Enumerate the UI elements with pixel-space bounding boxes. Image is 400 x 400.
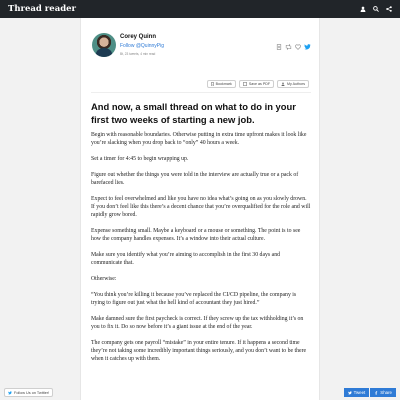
tweet-button[interactable]: Tweet (343, 388, 370, 397)
thread-card: Corey Quinn Follow @QuinnyPig Bt, 23 twe… (80, 18, 320, 400)
top-navbar: Thread reader (0, 0, 400, 18)
tweet-text: Expense something small. Maybe a keyboar… (91, 228, 301, 242)
tweet-text: The company gets one payroll “mistake” i… (91, 340, 307, 362)
author-header: Corey Quinn Follow @QuinnyPig Bt, 23 twe… (91, 33, 311, 73)
share-buttons: Tweet Share (343, 388, 396, 397)
twitter-bird-icon (347, 390, 352, 394)
share-button[interactable]: Share (370, 388, 396, 397)
save-pdf-button[interactable]: Save as PDF (238, 80, 275, 88)
search-icon[interactable] (373, 6, 379, 12)
avatar[interactable] (92, 33, 116, 57)
follow-link[interactable]: Follow @QuinnyPig (120, 43, 164, 49)
tweet-text: Expect to feel overwhelmed and like you … (91, 196, 311, 218)
share-icon[interactable] (386, 6, 392, 12)
bottom-bar: Follow Us on Twitter! Tweet Share (0, 385, 400, 400)
my-authors-label: My Authors (287, 82, 305, 86)
pdf-icon (243, 82, 247, 86)
tweet-text: Figure out whether the things you were t… (91, 172, 299, 186)
thread-toolbar: Bookmark Save as PDF My Authors (206, 80, 309, 88)
topbar-icons (360, 6, 392, 12)
share-label: Share (380, 390, 392, 395)
authors-icon (281, 82, 285, 86)
retweet-icon[interactable] (285, 37, 292, 55)
author-name[interactable]: Corey Quinn (120, 34, 156, 40)
my-authors-button[interactable]: My Authors (277, 80, 309, 88)
tweet-text: Make sure you identify what you’re aimin… (91, 252, 280, 266)
bookmark-icon (210, 82, 214, 86)
heart-icon[interactable] (295, 37, 301, 55)
twitter-bird-icon[interactable] (304, 37, 311, 55)
follow-us-label: Follow Us on Twitter! (14, 390, 50, 395)
tweet-text: “You think you’re killing it because you… (91, 292, 297, 306)
thread-meta: Bt, 23 tweets, 4 min read (120, 52, 156, 56)
tweet-text: Make damned sure the first paycheck is c… (91, 316, 304, 330)
tweet-label: Tweet (353, 390, 366, 395)
bookmark-label: Bookmark (215, 82, 232, 86)
tweet-text: Begin with reasonable boundaries. Otherw… (91, 132, 307, 146)
thread-headline: And now, a small thread on what to do in… (91, 101, 296, 125)
twitter-bird-icon (8, 390, 12, 394)
brand-logo[interactable]: Thread reader (8, 4, 76, 14)
save-pdf-label: Save as PDF (248, 82, 271, 86)
user-icon[interactable] (360, 6, 366, 12)
thread-article: And now, a small thread on what to do in… (91, 100, 311, 371)
bookmark-button[interactable]: Bookmark (206, 80, 236, 88)
facebook-icon (375, 390, 378, 395)
mail-icon[interactable] (276, 37, 282, 55)
tweet-text: Otherwise: (91, 276, 117, 282)
tweet-text: Set a timer for 4:45 to begin wrapping u… (91, 156, 189, 162)
author-actions (276, 37, 311, 55)
divider (91, 92, 311, 93)
follow-us-button[interactable]: Follow Us on Twitter! (4, 388, 54, 397)
